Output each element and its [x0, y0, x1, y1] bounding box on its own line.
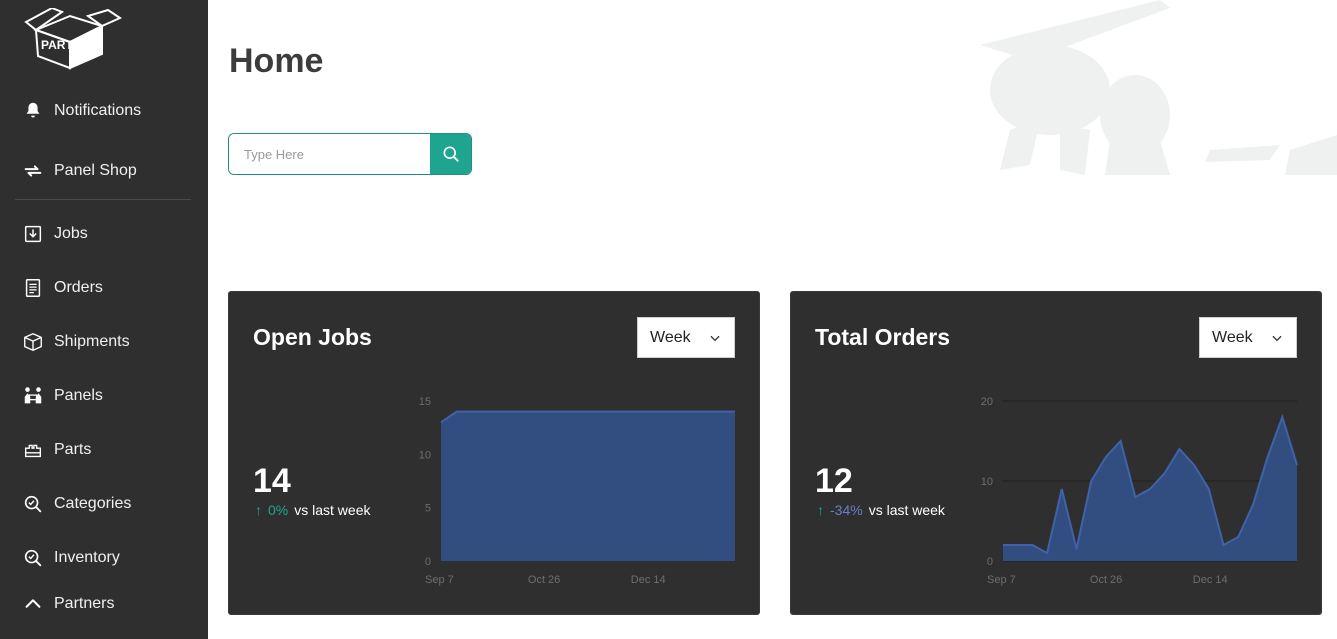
chevron-down-icon [710, 335, 720, 341]
y-tick-label: 5 [425, 503, 431, 515]
sidebar-item-label: Notifications [54, 102, 142, 119]
page-title: Home [229, 42, 324, 80]
search-input[interactable] [229, 134, 430, 174]
sidebar-item-panel-shop[interactable]: Panel Shop [22, 156, 137, 186]
search-icon [443, 146, 459, 162]
chevron-down-icon [1272, 335, 1282, 341]
total-orders-chart: 0 10 20 Sep 7 Oct 26 Dec 14 [981, 396, 1298, 586]
background-illustration [980, 0, 1337, 175]
download-icon [24, 225, 42, 243]
sidebar-item-label: Categories [54, 495, 132, 512]
x-tick-label: Dec 14 [631, 574, 666, 586]
y-tick-label: 0 [987, 556, 993, 568]
sidebar-item-panels[interactable]: Panels [22, 381, 103, 411]
card-title: Open Jobs [253, 324, 372, 350]
sidebar-item-label: Jobs [54, 225, 88, 242]
open-jobs-chart: 0 5 10 15 Sep 7 Oct 26 Dec 14 [419, 396, 735, 586]
dropdown-value: Week [650, 328, 691, 346]
x-tick-label: Oct 26 [1090, 574, 1122, 586]
sidebar-item-label: Inventory [54, 549, 120, 566]
card-title: Total Orders [815, 324, 951, 350]
bell-icon [26, 102, 40, 118]
y-tick-label: 10 [419, 449, 431, 461]
y-tick-label: 20 [981, 396, 993, 408]
arrow-up-icon: ↑ [255, 502, 262, 518]
search-button[interactable] [430, 134, 471, 174]
document-icon [25, 279, 41, 297]
sidebar-item-label: Panels [54, 387, 103, 404]
sidebar-item-label: Partners [54, 595, 115, 612]
sidebar-item-notifications[interactable]: Notifications [22, 96, 141, 126]
metric-delta: ↑ 0% vs last week [255, 502, 370, 518]
period-dropdown[interactable]: Week [637, 317, 735, 358]
sidebar-item-partners[interactable]: Partners [22, 589, 114, 619]
box-icon [24, 333, 42, 351]
search-check-icon [24, 495, 42, 513]
delta-suffix: vs last week [868, 502, 945, 518]
delta-percent: -34% [830, 502, 863, 518]
chevron-up-icon [25, 599, 41, 608]
sidebar-item-jobs[interactable]: Jobs [22, 219, 88, 249]
y-tick-label: 0 [425, 556, 431, 568]
arrow-up-icon: ↑ [817, 502, 824, 518]
delta-percent: 0% [268, 502, 289, 518]
sidebar-item-orders[interactable]: Orders [22, 273, 103, 303]
x-tick-label: Sep 7 [425, 574, 454, 586]
x-tick-label: Sep 7 [987, 574, 1016, 586]
search-check-icon [24, 549, 42, 567]
total-orders-card: Total Orders Week 12 ↑ -34% vs last week… [790, 291, 1322, 615]
delta-suffix: vs last week [294, 502, 371, 518]
swap-icon [24, 165, 42, 177]
open-jobs-card: Open Jobs Week 14 ↑ 0% vs last week 0 5 10… [228, 291, 760, 615]
sidebar: PARTR Notifications Panel Shop Jobs Orde… [0, 0, 208, 639]
people-icon [24, 387, 42, 404]
sidebar-item-shipments[interactable]: Shipments [22, 327, 130, 357]
sidebar-item-label: Parts [54, 441, 92, 458]
sidebar-divider [15, 199, 191, 200]
partr-logo[interactable]: PARTR [22, 8, 124, 70]
sidebar-item-categories[interactable]: Categories [22, 489, 131, 519]
y-tick-label: 10 [981, 476, 993, 488]
sidebar-item-label: Orders [54, 279, 103, 296]
search-bar [228, 133, 472, 175]
metric-delta: ↑ -34% vs last week [817, 502, 945, 518]
parts-icon [24, 444, 42, 458]
metric-value: 12 [815, 462, 853, 500]
metric-value: 14 [253, 462, 291, 500]
period-dropdown[interactable]: Week [1199, 317, 1297, 358]
x-tick-label: Oct 26 [528, 574, 560, 586]
y-tick-label: 15 [419, 396, 431, 408]
x-tick-label: Dec 14 [1193, 574, 1228, 586]
sidebar-item-label: Panel Shop [54, 162, 137, 179]
dropdown-value: Week [1212, 328, 1253, 346]
sidebar-item-parts[interactable]: Parts [22, 435, 91, 465]
logo-text: PARTR [41, 38, 82, 52]
sidebar-item-inventory[interactable]: Inventory [22, 543, 120, 573]
area-fill [441, 411, 735, 561]
sidebar-item-label: Shipments [54, 333, 130, 350]
